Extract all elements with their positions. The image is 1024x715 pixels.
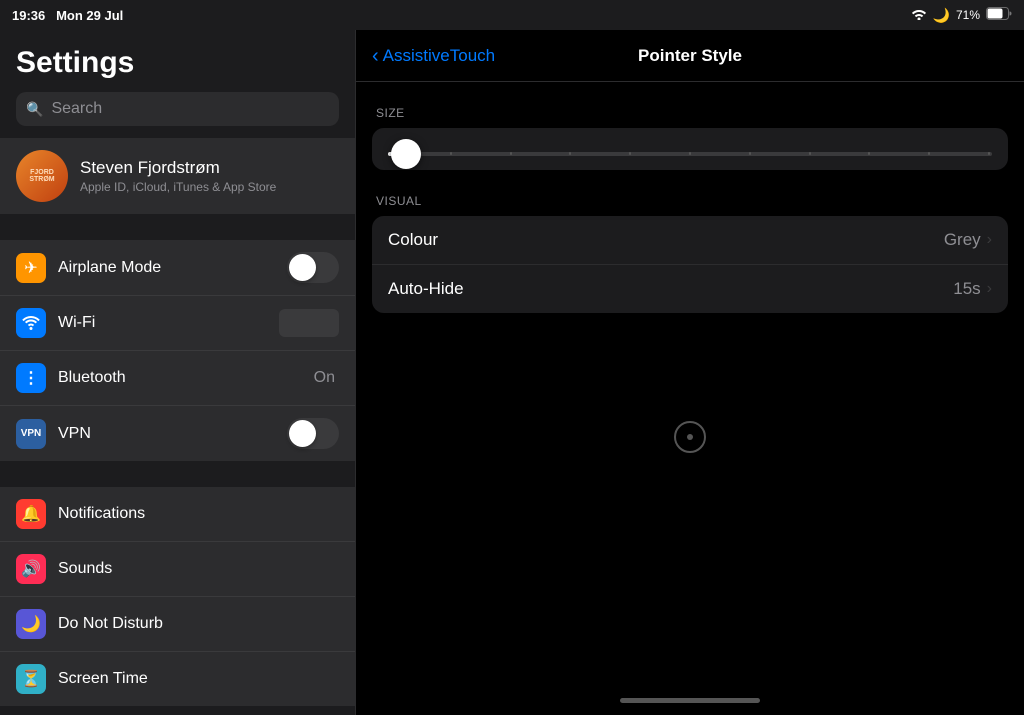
airplane-mode-label: Airplane Mode: [58, 259, 275, 277]
bluetooth-icon: ⋮: [16, 363, 46, 393]
sidebar-item-airplane-mode[interactable]: ✈ Airplane Mode: [0, 240, 355, 296]
avatar: FJORDSTRØM: [16, 150, 68, 202]
colour-row[interactable]: Colour Grey ›: [372, 216, 1008, 265]
visual-section: VISUAL Colour Grey › Auto-Hide 15s ›: [372, 194, 1008, 313]
wifi-icon: [16, 308, 46, 338]
slider-thumb[interactable]: [391, 139, 421, 169]
search-bar[interactable]: 🔍: [16, 92, 339, 126]
settings-group: Colour Grey › Auto-Hide 15s ›: [372, 216, 1008, 313]
status-time: 19:36: [12, 8, 45, 23]
moon-icon: 🌙: [933, 7, 950, 24]
screen-time-icon: ⏳: [16, 664, 46, 694]
colour-chevron-icon: ›: [987, 231, 992, 249]
wifi-value: [279, 309, 339, 337]
detail-content: SIZE: [356, 82, 1024, 685]
auto-hide-chevron-icon: ›: [987, 280, 992, 298]
profile-subtitle: Apple ID, iCloud, iTunes & App Store: [80, 180, 339, 194]
colour-label: Colour: [388, 230, 944, 250]
search-input[interactable]: [51, 100, 329, 118]
detail-title: Pointer Style: [638, 46, 742, 66]
pointer-dot: [687, 434, 693, 440]
wifi-label: Wi-Fi: [58, 314, 267, 332]
sidebar-item-screen-time[interactable]: ⏳ Screen Time: [0, 652, 355, 706]
sidebar-item-notifications[interactable]: 🔔 Notifications: [0, 487, 355, 542]
back-label: AssistiveTouch: [383, 46, 495, 66]
wifi-icon: [911, 7, 927, 23]
notifications-label: Notifications: [58, 505, 339, 523]
sidebar-item-wifi[interactable]: Wi-Fi: [0, 296, 355, 351]
status-date: Mon 29 Jul: [56, 8, 123, 23]
home-bar: [620, 698, 760, 703]
sidebar-section-connectivity: ✈ Airplane Mode Wi-Fi ⋮: [0, 240, 355, 461]
profile-row[interactable]: FJORDSTRØM Steven Fjordstrøm Apple ID, i…: [0, 138, 355, 214]
vpn-icon: VPN: [16, 419, 46, 449]
airplane-mode-toggle[interactable]: [287, 252, 339, 283]
detail-header: ‹ AssistiveTouch Pointer Style: [356, 30, 1024, 82]
status-indicators: 🌙 71%: [911, 7, 1012, 24]
pointer-preview: [372, 337, 1008, 537]
vpn-toggle[interactable]: [287, 418, 339, 449]
battery-icon: [986, 7, 1012, 23]
home-indicator: [356, 685, 1024, 715]
slider-track[interactable]: [388, 152, 992, 156]
vpn-label: VPN: [58, 425, 275, 443]
pointer-circle: [674, 421, 706, 453]
sidebar-item-bluetooth[interactable]: ⋮ Bluetooth On: [0, 351, 355, 406]
screen-time-label: Screen Time: [58, 670, 339, 688]
back-chevron-icon: ‹: [372, 46, 379, 66]
back-button[interactable]: ‹ AssistiveTouch: [372, 46, 495, 66]
bluetooth-value: On: [314, 369, 335, 387]
notifications-icon: 🔔: [16, 499, 46, 529]
do-not-disturb-label: Do Not Disturb: [58, 615, 339, 633]
size-section-label: SIZE: [372, 106, 1008, 120]
do-not-disturb-icon: 🌙: [16, 609, 46, 639]
preferences-group: 🔔 Notifications 🔊 Sounds 🌙 Do Not Distur…: [0, 487, 355, 706]
bluetooth-label: Bluetooth: [58, 369, 302, 387]
profile-name: Steven Fjordstrøm: [80, 158, 339, 178]
sounds-icon: 🔊: [16, 554, 46, 584]
sidebar-item-sounds[interactable]: 🔊 Sounds: [0, 542, 355, 597]
auto-hide-value: 15s: [953, 279, 980, 299]
colour-value: Grey: [944, 230, 981, 250]
auto-hide-label: Auto-Hide: [388, 279, 953, 299]
status-time-date: 19:36 Mon 29 Jul: [12, 8, 123, 23]
detail-panel: ‹ AssistiveTouch Pointer Style SIZE: [356, 30, 1024, 715]
battery-percentage: 71%: [956, 8, 980, 22]
visual-section-label: VISUAL: [372, 194, 1008, 208]
airplane-mode-icon: ✈: [16, 253, 46, 283]
slider-container: [372, 128, 1008, 170]
profile-info: Steven Fjordstrøm Apple ID, iCloud, iTun…: [80, 158, 339, 194]
sidebar: Settings 🔍 FJORDSTRØM Steven Fjordstrøm …: [0, 30, 356, 715]
sidebar-section-preferences: 🔔 Notifications 🔊 Sounds 🌙 Do Not Distur…: [0, 487, 355, 706]
sidebar-title: Settings: [0, 30, 355, 92]
sidebar-item-do-not-disturb[interactable]: 🌙 Do Not Disturb: [0, 597, 355, 652]
status-bar: 19:36 Mon 29 Jul 🌙 71%: [0, 0, 1024, 30]
connectivity-group: ✈ Airplane Mode Wi-Fi ⋮: [0, 240, 355, 461]
auto-hide-row[interactable]: Auto-Hide 15s ›: [372, 265, 1008, 313]
sounds-label: Sounds: [58, 560, 339, 578]
search-icon: 🔍: [26, 101, 43, 118]
main-layout: Settings 🔍 FJORDSTRØM Steven Fjordstrøm …: [0, 30, 1024, 715]
sidebar-item-vpn[interactable]: VPN VPN: [0, 406, 355, 461]
